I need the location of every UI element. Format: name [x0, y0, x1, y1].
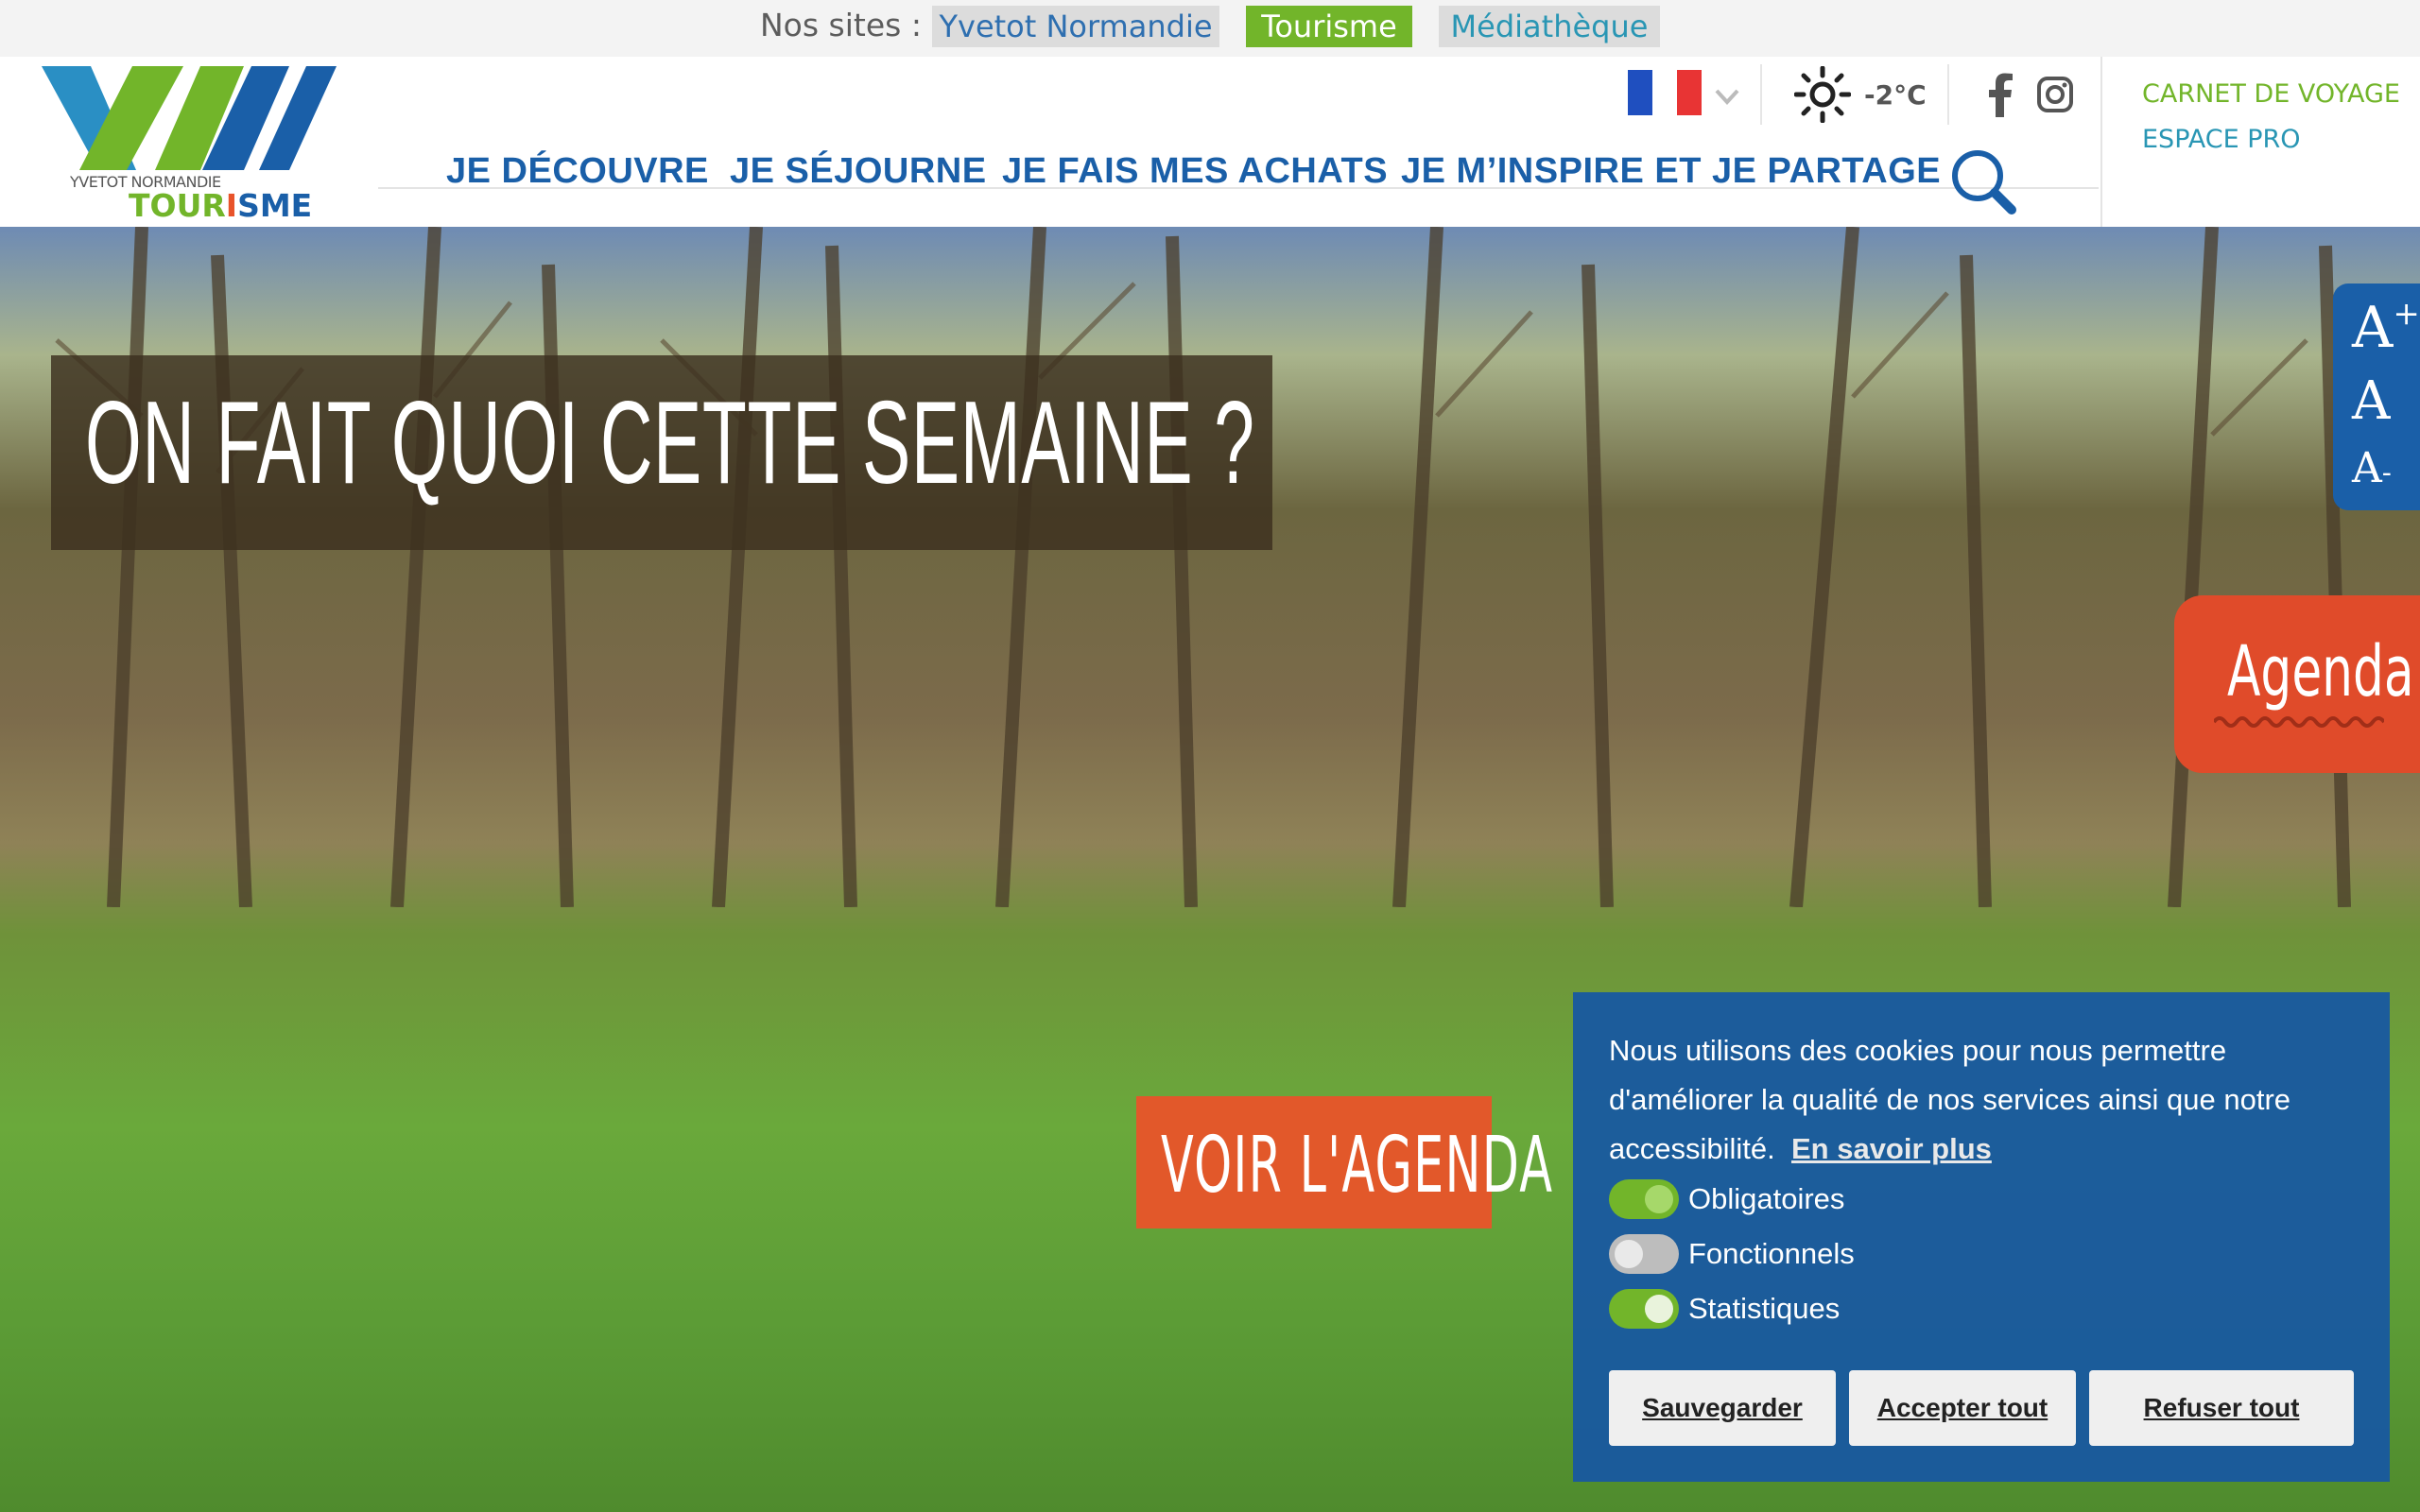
voir-agenda-label: VOIR L'AGENDA	[1161, 1121, 1554, 1211]
sites-bar: Nos sites : Yvetot Normandie Tourisme Mé…	[0, 0, 2420, 57]
toggle-row-statistiques[interactable]: Statistiques	[1609, 1287, 1840, 1331]
squiggle-underline-icon	[2214, 716, 2384, 728]
accessibility-panel: A+ A A-	[2333, 284, 2420, 510]
site-link-tourisme[interactable]: Tourisme	[1246, 6, 1412, 47]
cookie-text: Nous utilisons des cookies pour nous per…	[1609, 1026, 2365, 1174]
nav-je-sejourne[interactable]: JE SÉJOURNE	[730, 151, 987, 192]
nav-je-decouvre[interactable]: JE DÉCOUVRE	[446, 151, 709, 192]
site-header: YVETOT NORMANDIE TOURISME -2°C CARNET DE…	[0, 57, 2420, 227]
util-divider	[1760, 64, 1762, 125]
temperature: -2°C	[1864, 79, 1927, 111]
site-link-yvetot[interactable]: Yvetot Normandie	[932, 6, 1219, 47]
headline-box: ON FAIT QUOI CETTE SEMAINE ?	[51, 355, 1272, 550]
header-divider	[2100, 57, 2102, 227]
toggle-row-fonctionnels[interactable]: Fonctionnels	[1609, 1232, 1855, 1276]
toggle-statistiques[interactable]	[1609, 1289, 1679, 1329]
sauvegarder-button[interactable]: Sauvegarder	[1609, 1370, 1836, 1446]
toggle-label: Fonctionnels	[1688, 1237, 1855, 1270]
instagram-icon[interactable]	[2036, 76, 2074, 113]
toggle-fonctionnels[interactable]	[1609, 1234, 1679, 1274]
cookie-banner: Nous utilisons des cookies pour nous per…	[1573, 992, 2390, 1482]
chevron-down-icon[interactable]	[1713, 81, 1741, 110]
agenda-tab-label: Agenda	[2227, 631, 2414, 713]
logo-wordmark: TOURISME	[129, 187, 313, 224]
hero-headline: ON FAIT QUOI CETTE SEMAINE ?	[85, 378, 1255, 508]
toggle-label: Obligatoires	[1688, 1182, 1845, 1215]
refuser-tout-button[interactable]: Refuser tout	[2089, 1370, 2354, 1446]
toggle-label: Statistiques	[1688, 1292, 1841, 1325]
voir-agenda-button[interactable]: VOIR L'AGENDA	[1136, 1096, 1552, 1228]
toggle-obligatoires[interactable]	[1609, 1179, 1679, 1219]
util-divider	[1947, 64, 1949, 125]
font-increase-button[interactable]: A+	[2352, 295, 2420, 361]
agenda-tab[interactable]: Agenda	[2174, 595, 2420, 773]
facebook-icon[interactable]	[1983, 72, 2017, 117]
hero-trees-illustration	[55, 227, 2351, 907]
espace-pro-link[interactable]: ESPACE PRO	[2142, 125, 2301, 154]
toggle-row-obligatoires[interactable]: Obligatoires	[1609, 1177, 1844, 1221]
site-link-mediatheque[interactable]: Médiathèque	[1439, 6, 1660, 47]
sites-label: Nos sites :	[760, 7, 922, 43]
accepter-tout-button[interactable]: Accepter tout	[1849, 1370, 2076, 1446]
flag-france-icon[interactable]	[1628, 70, 1702, 115]
sun-icon	[1794, 66, 1851, 123]
en-savoir-plus-link[interactable]: En savoir plus	[1791, 1132, 1992, 1165]
carnet-de-voyage-link[interactable]: CARNET DE VOYAGE	[2142, 79, 2400, 109]
nav-je-fais-mes-achats[interactable]: JE FAIS MES ACHATS	[1002, 151, 1388, 192]
nav-je-minspire[interactable]: JE M’INSPIRE ET JE PARTAGE	[1401, 151, 1941, 192]
search-icon[interactable]	[1949, 147, 2019, 217]
font-normal-button[interactable]: A	[2352, 370, 2390, 432]
font-decrease-button[interactable]: A-	[2352, 444, 2392, 492]
